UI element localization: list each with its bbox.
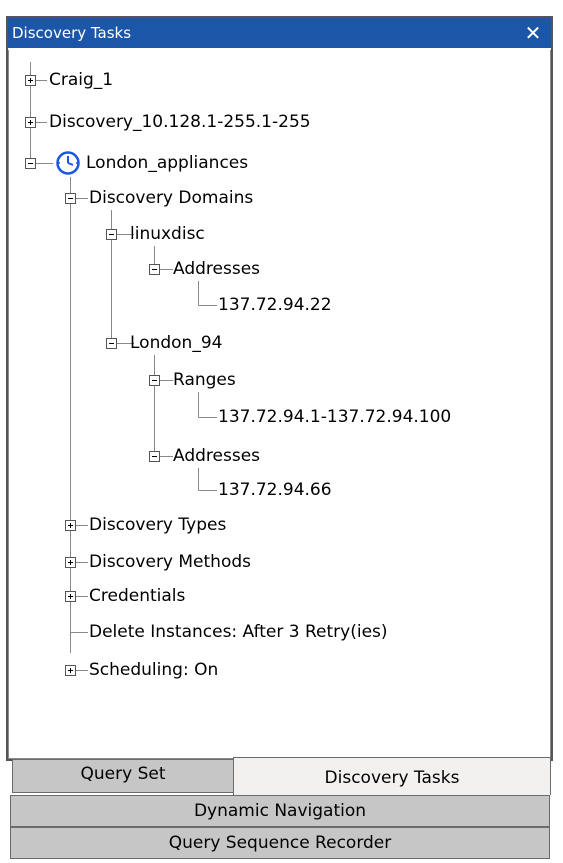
panel-title-bar: Discovery Tasks ✕ [8, 18, 551, 48]
discovery-tree[interactable]: Craig_1 Discovery_10.128.1-255.1-255 Lon… [8, 50, 551, 759]
expand-icon[interactable] [65, 520, 76, 531]
tree-node-discovery-domains[interactable]: Discovery Domains [89, 187, 253, 209]
tree-node-ip[interactable]: 137.72.94.22 [218, 294, 332, 316]
clock-icon [56, 151, 80, 175]
tab-query-sequence-recorder[interactable]: Query Sequence Recorder [10, 827, 550, 859]
collapse-icon[interactable] [149, 451, 160, 462]
tree-node-london-appliances[interactable]: London_appliances [86, 152, 248, 174]
tree-node-craig[interactable]: Craig_1 [49, 69, 113, 91]
tree-node-credentials[interactable]: Credentials [89, 585, 185, 607]
tree-node-discovery-range[interactable]: Discovery_10.128.1-255.1-255 [49, 111, 311, 133]
expand-icon[interactable] [25, 117, 36, 128]
panel-title: Discovery Tasks [12, 24, 132, 42]
tree-node-ip[interactable]: 137.72.94.66 [218, 479, 332, 501]
tree-node-ranges[interactable]: Ranges [173, 369, 236, 391]
expand-icon[interactable] [25, 75, 36, 86]
tab-dynamic-navigation[interactable]: Dynamic Navigation [10, 795, 550, 827]
tree-node-addresses[interactable]: Addresses [173, 445, 260, 467]
discovery-tasks-panel: Discovery Tasks ✕ Craig_1 Discovery_10.1… [6, 16, 553, 761]
collapse-icon[interactable] [65, 193, 76, 204]
tree-node-range-value[interactable]: 137.72.94.1-137.72.94.100 [218, 406, 451, 428]
tree-node-linuxdisc[interactable]: linuxdisc [130, 223, 205, 245]
expand-icon[interactable] [65, 665, 76, 676]
tree-node-discovery-types[interactable]: Discovery Types [89, 514, 226, 536]
close-icon[interactable]: ✕ [519, 18, 547, 48]
tree-node-discovery-methods[interactable]: Discovery Methods [89, 551, 251, 573]
tree-node-london-94[interactable]: London_94 [130, 332, 222, 354]
tree-node-delete-instances[interactable]: Delete Instances: After 3 Retry(ies) [89, 621, 388, 643]
tree-node-scheduling[interactable]: Scheduling: On [89, 659, 218, 681]
collapse-icon[interactable] [106, 338, 117, 349]
tab-discovery-tasks[interactable]: Discovery Tasks [233, 757, 551, 795]
tree-node-addresses[interactable]: Addresses [173, 258, 260, 280]
collapse-icon[interactable] [149, 264, 160, 275]
expand-icon[interactable] [65, 557, 76, 568]
tab-query-set[interactable]: Query Set [12, 759, 234, 793]
collapse-icon[interactable] [106, 229, 117, 240]
collapse-icon[interactable] [149, 375, 160, 386]
expand-icon[interactable] [65, 591, 76, 602]
collapse-icon[interactable] [25, 158, 36, 169]
